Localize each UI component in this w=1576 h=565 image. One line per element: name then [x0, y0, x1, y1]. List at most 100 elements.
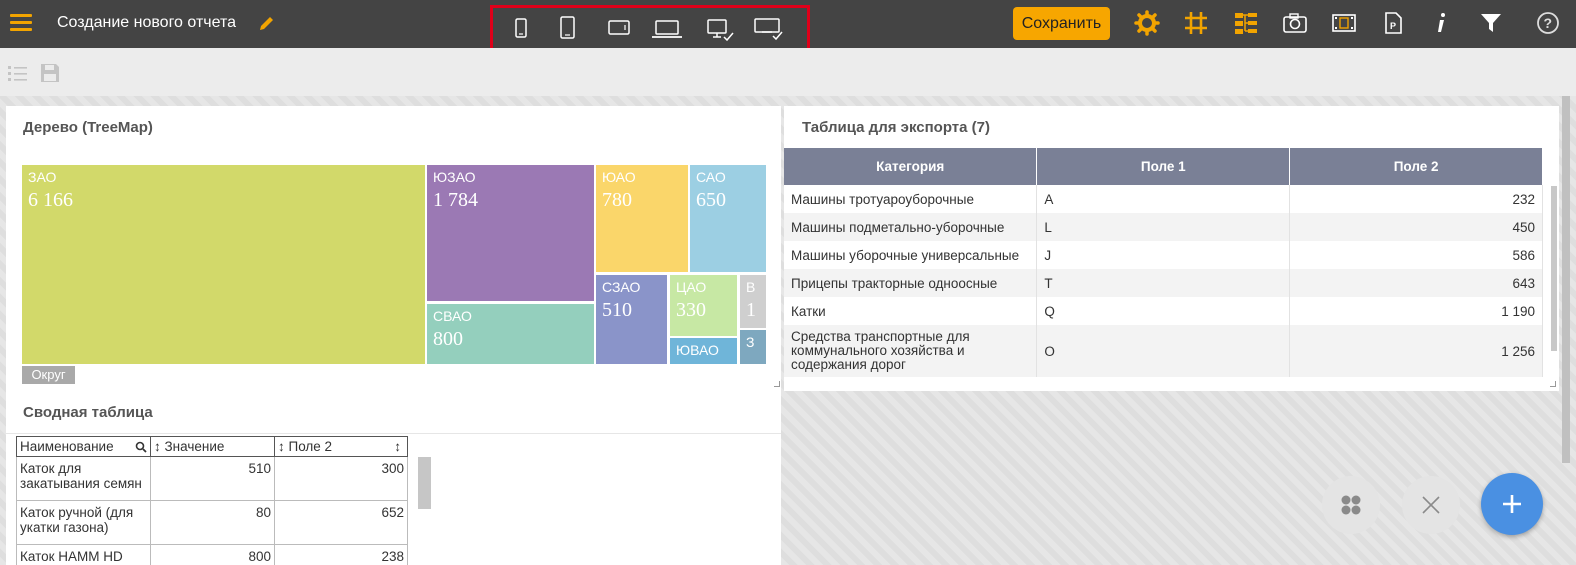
export-cell-field1: J [1036, 241, 1291, 269]
treemap-cell-szao[interactable]: СЗАО 510 [596, 275, 667, 364]
sort-icon[interactable]: ↕ [394, 439, 401, 454]
edit-icon[interactable] [258, 14, 276, 32]
save-button[interactable]: Сохранить [1013, 7, 1110, 40]
pivot-cell-field2: 238 [274, 544, 408, 565]
plus-icon [1503, 495, 1521, 513]
table-row: Машины подметально-уборочные L 450 [784, 213, 1543, 241]
desktop-check-icon[interactable] [705, 15, 735, 43]
search-icon[interactable] [135, 441, 147, 453]
resize-handle[interactable] [774, 381, 780, 387]
export-cell-field1: O [1036, 325, 1291, 377]
filter-icon[interactable] [1478, 10, 1504, 36]
export-cell-category: Машины подметально-уборочные [784, 213, 1038, 241]
export-cell-field2: 232 [1289, 185, 1543, 213]
export-cell-field2: 643 [1289, 269, 1543, 297]
close-icon [1422, 496, 1440, 514]
pivot-cell-value: 800 [150, 544, 275, 565]
panel-divider [6, 433, 781, 434]
menu-icon[interactable] [8, 11, 32, 35]
treemap-cell-value: 800 [433, 328, 463, 350]
table-row: Каток для закатывания семян 510 300 [16, 456, 408, 501]
pivot-cell-name: Каток HAMM HD [16, 544, 151, 565]
table-row: Машины тротуароуборочные A 232 [784, 185, 1543, 213]
treemap-cell-svao[interactable]: СВАО 800 [427, 304, 594, 364]
table-row: Каток HAMM HD 800 238 [16, 544, 408, 565]
export-table-scrollbar[interactable] [1551, 186, 1557, 351]
list-icon[interactable] [7, 62, 29, 84]
pivot-scrollbar[interactable] [418, 457, 431, 509]
pivot-cell-value: 80 [150, 500, 275, 545]
treemap-cell-label: ЮАО [602, 169, 636, 185]
help-icon[interactable]: ? [1535, 10, 1561, 36]
treemap-cell-sao[interactable]: САО 650 [690, 165, 766, 272]
treemap-cell-yuzao[interactable]: ЮЗАО 1 784 [427, 165, 594, 301]
export-col-category[interactable]: Категория [784, 148, 1038, 185]
treemap-cell-value: 6 166 [28, 189, 73, 211]
treemap-cell-tsao[interactable]: ЦАО 330 [670, 275, 737, 336]
widgets-button[interactable] [1322, 476, 1380, 534]
treemap-title: Дерево (TreeMap) [23, 119, 153, 136]
treemap-cell-label: З [746, 334, 755, 350]
widgets-icon [1341, 495, 1361, 515]
pivot-cell-field2: 300 [274, 456, 408, 501]
info-icon[interactable] [1429, 10, 1455, 36]
pivot-col-name-label: Наименование [20, 439, 114, 454]
pivot-cell-name: Каток ручной (для укатки газона) [16, 500, 151, 545]
top-toolbar: Создание нового отчета Сохранить P ? [0, 0, 1576, 60]
pivot-col-field2[interactable]: ↕ Поле 2 ↕ [274, 436, 408, 457]
treemap-cell-vao[interactable]: В 1 [740, 275, 766, 328]
add-widget-button[interactable] [1481, 473, 1543, 535]
pivot-table: Наименование ↕ Значение ↕ Поле 2 ↕ Каток… [16, 436, 408, 565]
treemap-cell-label: ЮВАО [676, 342, 719, 358]
export-cell-field2: 1 190 [1289, 297, 1543, 325]
export-col-field2[interactable]: Поле 2 [1289, 148, 1543, 185]
treemap-cell-value: 330 [676, 299, 706, 321]
close-button[interactable] [1402, 476, 1460, 534]
settings-icon[interactable] [1134, 10, 1160, 36]
page-scrollbar[interactable] [1562, 96, 1570, 463]
export-table: Категория Поле 1 Поле 2 Машины тротуароу… [784, 148, 1543, 377]
tablet-landscape-icon[interactable] [607, 15, 631, 43]
table-row: Каток ручной (для укатки газона) 80 652 [16, 500, 408, 545]
pivot-col-name[interactable]: Наименование [16, 436, 151, 457]
camera-icon[interactable] [1282, 10, 1308, 36]
treemap-cell-value: 1 [746, 299, 756, 321]
treemap-cell-zao[interactable]: ЗАО 6 166 [22, 165, 425, 364]
pivot-cell-name: Каток для закатывания семян [16, 456, 151, 501]
treemap-cell-value: 650 [696, 189, 726, 211]
export-col-field1[interactable]: Поле 1 [1036, 148, 1291, 185]
treemap-cell-label: ЦАО [676, 279, 707, 295]
secondary-toolbar [0, 48, 1576, 96]
table-row: Машины уборочные универсальные J 586 [784, 241, 1543, 269]
treemap-cell-yuao[interactable]: ЮАО 780 [596, 165, 688, 272]
resize-handle[interactable] [1550, 381, 1556, 387]
treemap-cell-label: СВАО [433, 308, 472, 324]
treemap-cell-label: СЗАО [602, 279, 641, 295]
export-cell-category: Машины тротуароуборочные [784, 185, 1038, 213]
tablet-portrait-icon[interactable] [559, 15, 577, 43]
wide-screen-check-icon[interactable] [753, 15, 785, 43]
treemap-cell-label: В [746, 279, 756, 295]
save-icon[interactable] [39, 62, 61, 84]
export-cell-field1: Q [1036, 297, 1291, 325]
ppt-export-icon[interactable]: P [1380, 10, 1406, 36]
pivot-col-value[interactable]: ↕ Значение [150, 436, 275, 457]
mobile-portrait-icon[interactable] [513, 15, 529, 43]
export-cell-category: Средства транспортные для коммунального … [784, 325, 1038, 377]
grid-hash-icon[interactable] [1183, 10, 1209, 36]
treemap-cell-value: 510 [602, 299, 632, 321]
treemap-legend-label[interactable]: Округ [22, 366, 75, 384]
treemap-cell-zelao[interactable]: З [740, 330, 766, 364]
tree-structure-icon[interactable] [1233, 10, 1259, 36]
export-cell-category: Катки [784, 297, 1038, 325]
film-icon[interactable] [1331, 10, 1357, 36]
table-row: Средства транспортные для коммунального … [784, 325, 1543, 377]
treemap-cell-value: 780 [602, 189, 632, 211]
export-cell-category: Машины уборочные универсальные [784, 241, 1038, 269]
treemap-cell-label: САО [696, 169, 726, 185]
treemap-cell-yuvao[interactable]: ЮВАО [670, 338, 737, 364]
laptop-icon[interactable] [651, 15, 683, 43]
export-cell-category: Прицепы тракторные одноосные [784, 269, 1038, 297]
svg-text:?: ? [1544, 15, 1553, 31]
export-cell-field2: 586 [1289, 241, 1543, 269]
